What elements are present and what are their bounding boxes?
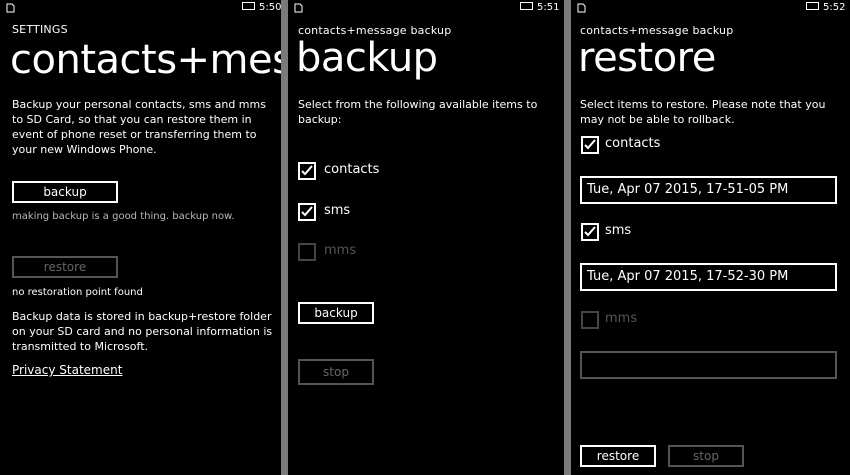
page-title: restore <box>578 35 716 81</box>
status-right: 5:50 <box>242 2 281 13</box>
page-title: contacts+mess <box>10 37 281 83</box>
sms-checkbox[interactable] <box>298 203 316 221</box>
contacts-checkbox[interactable] <box>298 162 316 180</box>
backup-screen: 5:51 contacts+message backup backup Sele… <box>288 0 564 475</box>
checkmark-icon <box>584 139 596 150</box>
clock: 5:51 <box>537 2 560 13</box>
clock: 5:50 <box>259 2 281 13</box>
contacts-checkbox[interactable] <box>581 136 599 154</box>
battery-icon <box>520 2 533 10</box>
backup-button[interactable]: backup <box>12 181 118 203</box>
contacts-restore-point-field[interactable]: Tue, Apr 07 2015, 17-51-05 PM <box>580 176 837 204</box>
notification-icon <box>294 3 303 13</box>
restore-screen: 5:52 contacts+message backup restore Sel… <box>571 0 850 475</box>
restore-hint: no restoration point found <box>12 287 143 298</box>
mms-checkbox[interactable] <box>581 311 599 329</box>
clock: 5:52 <box>823 2 846 13</box>
notification-icon <box>6 3 15 13</box>
app-header: SETTINGS <box>12 23 68 36</box>
instruction-text: Select from the following available item… <box>298 98 538 126</box>
privacy-statement-link[interactable]: Privacy Statement <box>12 363 122 377</box>
status-right: 5:51 <box>520 2 559 13</box>
checkmark-icon <box>584 226 596 237</box>
description-text: Backup your personal contacts, sms and m… <box>12 98 266 156</box>
contacts-label: contacts <box>605 136 661 151</box>
mms-label: mms <box>324 243 357 258</box>
sms-label: sms <box>605 223 632 238</box>
backup-hint: making backup is a good thing. backup no… <box>12 211 235 222</box>
battery-icon <box>806 2 819 10</box>
backup-button[interactable]: backup <box>298 302 374 324</box>
instruction-text: Select items to restore. Please note tha… <box>580 98 826 126</box>
notification-icon <box>577 3 586 13</box>
info-text: Backup data is stored in backup+restore … <box>12 310 273 353</box>
settings-screen: 5:50 SETTINGS contacts+mess Backup your … <box>0 0 281 475</box>
status-bar: 5:50 <box>0 0 281 18</box>
stop-button[interactable]: stop <box>668 445 744 467</box>
page-title: backup <box>296 35 438 81</box>
battery-icon <box>242 2 255 10</box>
sms-checkbox[interactable] <box>581 223 599 241</box>
sms-label: sms <box>324 203 351 218</box>
contacts-label: contacts <box>324 162 380 177</box>
checkmark-icon <box>301 206 313 217</box>
checkmark-icon <box>301 165 313 176</box>
restore-button[interactable]: restore <box>12 256 118 278</box>
mms-restore-point-field[interactable] <box>580 351 837 379</box>
mms-label: mms <box>605 311 638 326</box>
mms-checkbox[interactable] <box>298 243 316 261</box>
sms-restore-point-field[interactable]: Tue, Apr 07 2015, 17-52-30 PM <box>580 263 837 291</box>
stop-button[interactable]: stop <box>298 359 374 385</box>
status-bar: 5:51 <box>288 0 564 18</box>
status-bar: 5:52 <box>571 0 850 18</box>
restore-button[interactable]: restore <box>580 445 656 467</box>
status-right: 5:52 <box>806 2 845 13</box>
